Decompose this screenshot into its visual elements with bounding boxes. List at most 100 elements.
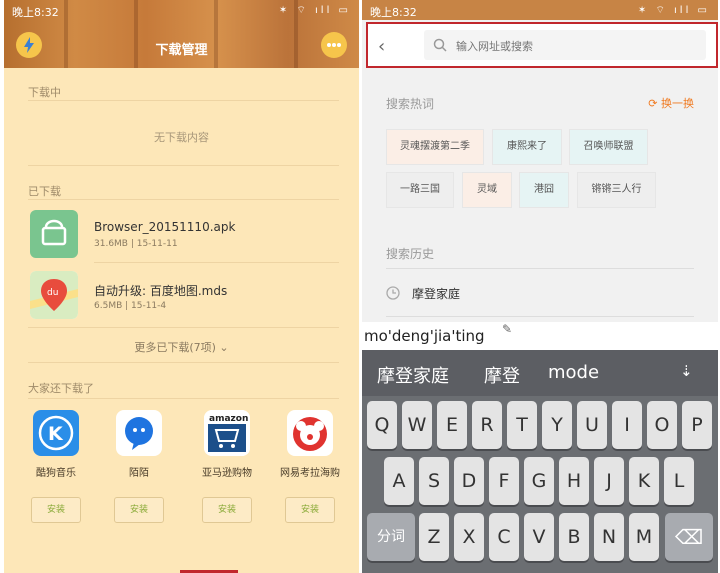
pinyin-text: mo'deng'jia'ting	[364, 327, 485, 345]
status-icons: ✶ ⌔ ıll ▭	[637, 5, 710, 16]
divider	[28, 165, 339, 166]
key-e[interactable]: E	[437, 401, 467, 449]
delete-key-icon[interactable]: ⌫	[665, 513, 713, 561]
header-bar: 晚上8:32 ✶ ⌔ ıll ▭ 下载管理	[4, 0, 359, 68]
keyboard-keys: Q W E R T Y U I O P A S D F G H J K L 分词…	[362, 396, 718, 573]
hot-word-chip[interactable]: 召唤师联盟	[569, 129, 648, 165]
key-c[interactable]: C	[489, 513, 519, 561]
app-card-momo: 陌陌 安装	[99, 410, 179, 523]
status-icons: ✶ ⌔ ıll ▭	[278, 5, 351, 16]
key-h[interactable]: H	[559, 457, 589, 505]
key-v[interactable]: V	[524, 513, 554, 561]
file-meta: 6.5MB | 15-11-4	[94, 301, 167, 311]
empty-state-text: 无下载内容	[154, 131, 209, 144]
refresh-icon: ⟳	[648, 97, 661, 110]
key-t[interactable]: T	[507, 401, 537, 449]
svg-text:du: du	[47, 288, 58, 298]
downloaded-header: 已下载	[28, 185, 61, 198]
key-s[interactable]: S	[419, 457, 449, 505]
key-a[interactable]: A	[384, 457, 414, 505]
url-search-input[interactable]	[454, 36, 698, 56]
key-p[interactable]: P	[682, 401, 712, 449]
hot-word-chip[interactable]: 锵锵三人行	[577, 172, 656, 208]
more-dots-icon	[327, 43, 341, 47]
key-x[interactable]: X	[454, 513, 484, 561]
key-r[interactable]: R	[472, 401, 502, 449]
key-k[interactable]: K	[629, 457, 659, 505]
more-downloads-link[interactable]: 更多已下载(7项) ⌄	[4, 339, 359, 355]
more-button[interactable]	[321, 32, 347, 58]
key-g[interactable]: G	[524, 457, 554, 505]
key-o[interactable]: O	[647, 401, 677, 449]
status-bar: 晚上8:32 ✶ ⌔ ıll ▭	[362, 0, 718, 20]
candidate-word[interactable]: mode	[548, 362, 599, 383]
install-button[interactable]: 安装	[31, 497, 81, 523]
back-arrow-icon[interactable]: ‹	[378, 36, 385, 57]
install-button[interactable]: 安装	[285, 497, 335, 523]
app-name: 亚马逊购物	[202, 468, 252, 479]
key-d[interactable]: D	[454, 457, 484, 505]
downloading-header: 下载中	[28, 86, 61, 99]
key-b[interactable]: B	[559, 513, 589, 561]
hot-word-chip[interactable]: 灵魂摆渡第二季	[386, 129, 484, 165]
svg-text:amazon: amazon	[209, 414, 248, 424]
install-button[interactable]: 安装	[114, 497, 164, 523]
history-item[interactable]: 摩登家庭	[412, 285, 460, 302]
kugou-music-icon[interactable]: K	[33, 410, 79, 456]
hot-word-chip[interactable]: 一路三国	[386, 172, 454, 208]
divider	[386, 316, 694, 317]
app-name: 网易考拉海购	[280, 468, 340, 479]
install-button[interactable]: 安装	[202, 497, 252, 523]
app-card-kugou: K 酷狗音乐 安装	[16, 410, 96, 523]
hot-word-chip[interactable]: 灵域	[462, 172, 512, 208]
search-box[interactable]	[424, 30, 706, 60]
candidate-word[interactable]: 摩登家庭	[377, 362, 449, 388]
edit-pencil-icon[interactable]: ✎	[502, 322, 512, 336]
key-z[interactable]: Z	[419, 513, 449, 561]
refresh-button[interactable]: ⟳ 换一换	[648, 95, 694, 111]
collapse-keyboard-icon[interactable]: ⇣	[680, 362, 693, 380]
key-q[interactable]: Q	[367, 401, 397, 449]
ime-keyboard: 摩登家庭 摩登 mode ⇣ Q W E R T Y U I O P A S D…	[362, 350, 718, 573]
key-l[interactable]: L	[664, 457, 694, 505]
key-w[interactable]: W	[402, 401, 432, 449]
key-n[interactable]: N	[594, 513, 624, 561]
ime-composition-bar: mo'deng'jia'ting ✎	[362, 322, 718, 350]
page-title: 下载管理	[155, 43, 208, 58]
key-m[interactable]: M	[629, 513, 659, 561]
candidate-word[interactable]: 摩登	[484, 362, 520, 388]
baidu-map-icon: du	[30, 271, 78, 319]
kaola-koala-icon[interactable]	[287, 410, 333, 456]
app-name: 酷狗音乐	[36, 468, 76, 479]
key-j[interactable]: J	[594, 457, 624, 505]
app-name: 陌陌	[129, 468, 149, 479]
key-u[interactable]: U	[577, 401, 607, 449]
segment-key[interactable]: 分词	[367, 513, 415, 561]
file-meta: 31.6MB | 15-11-11	[94, 239, 178, 249]
clock-icon	[386, 286, 400, 300]
divider	[28, 199, 339, 200]
key-y[interactable]: Y	[542, 401, 572, 449]
key-i[interactable]: I	[612, 401, 642, 449]
search-icon	[433, 38, 447, 52]
search-bar: ‹	[366, 22, 718, 68]
android-apk-icon	[30, 210, 78, 258]
key-f[interactable]: F	[489, 457, 519, 505]
svg-text:K: K	[48, 423, 64, 445]
browser-search-screen: 晚上8:32 ✶ ⌔ ıll ▭ ‹ 搜索热词 ⟳ 换一换 灵魂摆渡第二季 康熙…	[362, 0, 718, 573]
status-time: 晚上8:32	[370, 6, 417, 19]
divider	[28, 398, 339, 399]
divider	[28, 327, 339, 328]
hot-word-chip[interactable]: 康熙来了	[492, 129, 562, 165]
history-header: 搜索历史	[386, 247, 435, 261]
hot-words-header: 搜索热词	[386, 97, 435, 111]
file-name: Browser_20151110.apk	[94, 220, 236, 234]
status-time: 晚上8:32	[12, 6, 59, 19]
hot-word-chip[interactable]: 港囧	[519, 172, 569, 208]
file-name: 自动升级: 百度地图.mds	[94, 284, 228, 298]
app-card-kaola: 网易考拉海购 安装	[270, 410, 350, 523]
recommend-header: 大家还下载了	[28, 382, 94, 395]
amazon-cart-icon[interactable]: amazon	[204, 410, 250, 456]
momo-icon[interactable]	[116, 410, 162, 456]
divider	[386, 268, 694, 269]
